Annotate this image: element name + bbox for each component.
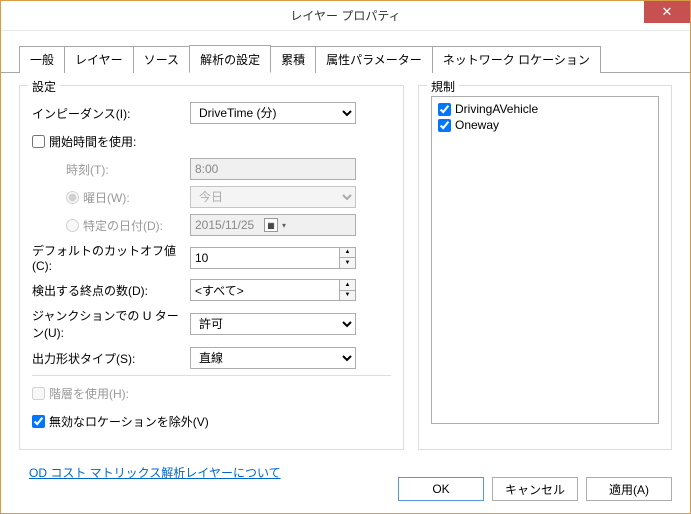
dialog-footer: OK キャンセル 適用(A)	[398, 477, 672, 501]
tab-strip: 一般 レイヤー ソース 解析の設定 累積 属性パラメーター ネットワーク ロケー…	[1, 31, 690, 73]
spinner-down-icon[interactable]: ▼	[340, 258, 355, 268]
help-link[interactable]: OD コスト マトリックス解析レイヤーについて	[1, 458, 299, 481]
spinner-up-icon[interactable]: ▲	[340, 280, 355, 291]
shape-label: 出力形状タイプ(S):	[32, 350, 190, 367]
date-value: 2015/11/25	[195, 218, 264, 232]
day-of-week-label: 曜日(W):	[83, 189, 130, 206]
cancel-button[interactable]: キャンセル	[492, 477, 578, 501]
list-item[interactable]: Oneway	[436, 117, 654, 133]
shape-select[interactable]: 直線	[190, 347, 356, 369]
restriction-checkbox[interactable]	[438, 119, 451, 132]
ignore-invalid-label: 無効なロケーションを除外(V)	[49, 413, 209, 430]
window-title: レイヤー プロパティ	[1, 7, 690, 24]
separator	[32, 375, 391, 376]
count-label: 検出する終点の数(D):	[32, 282, 190, 299]
use-start-time-checkbox[interactable]	[32, 135, 45, 148]
restrictions-group: 規制 DrivingAVehicle Oneway	[418, 85, 672, 450]
tab-source[interactable]: ソース	[133, 46, 190, 73]
uturn-select[interactable]: 許可	[190, 313, 356, 335]
cutoff-input[interactable]	[190, 247, 340, 269]
tab-attribute-parameters[interactable]: 属性パラメーター	[315, 46, 433, 73]
impedance-label: インピーダンス(I):	[32, 105, 190, 122]
impedance-select[interactable]: DriveTime (分)	[190, 102, 356, 124]
tab-layer[interactable]: レイヤー	[64, 46, 134, 73]
date-picker: 2015/11/25 ▦ ▾	[190, 214, 356, 236]
calendar-icon: ▦	[264, 218, 278, 232]
restrictions-legend: 規制	[427, 78, 459, 95]
titlebar: レイヤー プロパティ ✕	[1, 1, 690, 31]
hierarchy-checkbox	[32, 387, 45, 400]
hierarchy-label: 階層を使用(H):	[49, 385, 129, 402]
specific-date-radio	[66, 219, 79, 232]
restriction-checkbox[interactable]	[438, 103, 451, 116]
tab-general[interactable]: 一般	[19, 46, 65, 73]
restriction-label: DrivingAVehicle	[455, 102, 538, 116]
count-spinner[interactable]: ▲ ▼	[340, 279, 356, 301]
close-icon: ✕	[662, 4, 673, 20]
list-item[interactable]: DrivingAVehicle	[436, 101, 654, 117]
day-of-week-radio	[66, 191, 79, 204]
tab-accumulation[interactable]: 累積	[270, 46, 316, 73]
tab-network-location[interactable]: ネットワーク ロケーション	[432, 46, 601, 73]
close-button[interactable]: ✕	[644, 1, 690, 23]
time-input	[190, 158, 356, 180]
cutoff-spinner[interactable]: ▲ ▼	[340, 247, 356, 269]
dialog-body: 設定 インピーダンス(I): DriveTime (分) 開始時間を使用: 時刻…	[1, 73, 690, 458]
spinner-down-icon[interactable]: ▼	[340, 291, 355, 301]
ignore-invalid-checkbox[interactable]	[32, 415, 45, 428]
use-start-time-label: 開始時間を使用:	[49, 133, 136, 150]
restrictions-list[interactable]: DrivingAVehicle Oneway	[431, 96, 659, 424]
apply-button[interactable]: 適用(A)	[586, 477, 672, 501]
settings-group: 設定 インピーダンス(I): DriveTime (分) 開始時間を使用: 時刻…	[19, 85, 404, 450]
day-of-week-select: 今日	[190, 186, 356, 208]
restriction-label: Oneway	[455, 118, 499, 132]
ok-button[interactable]: OK	[398, 477, 484, 501]
dialog-window: レイヤー プロパティ ✕ 一般 レイヤー ソース 解析の設定 累積 属性パラメー…	[0, 0, 691, 514]
time-label: 時刻(T):	[66, 161, 109, 178]
tab-analysis-settings[interactable]: 解析の設定	[189, 45, 271, 73]
count-input[interactable]	[190, 279, 340, 301]
settings-legend: 設定	[28, 78, 60, 95]
uturn-label: ジャンクションでの U ターン(U):	[32, 307, 190, 341]
cutoff-label: デフォルトのカットオフ値(C):	[32, 242, 190, 273]
specific-date-label: 特定の日付(D):	[83, 217, 163, 234]
chevron-down-icon: ▾	[282, 221, 351, 230]
spinner-up-icon[interactable]: ▲	[340, 248, 355, 259]
